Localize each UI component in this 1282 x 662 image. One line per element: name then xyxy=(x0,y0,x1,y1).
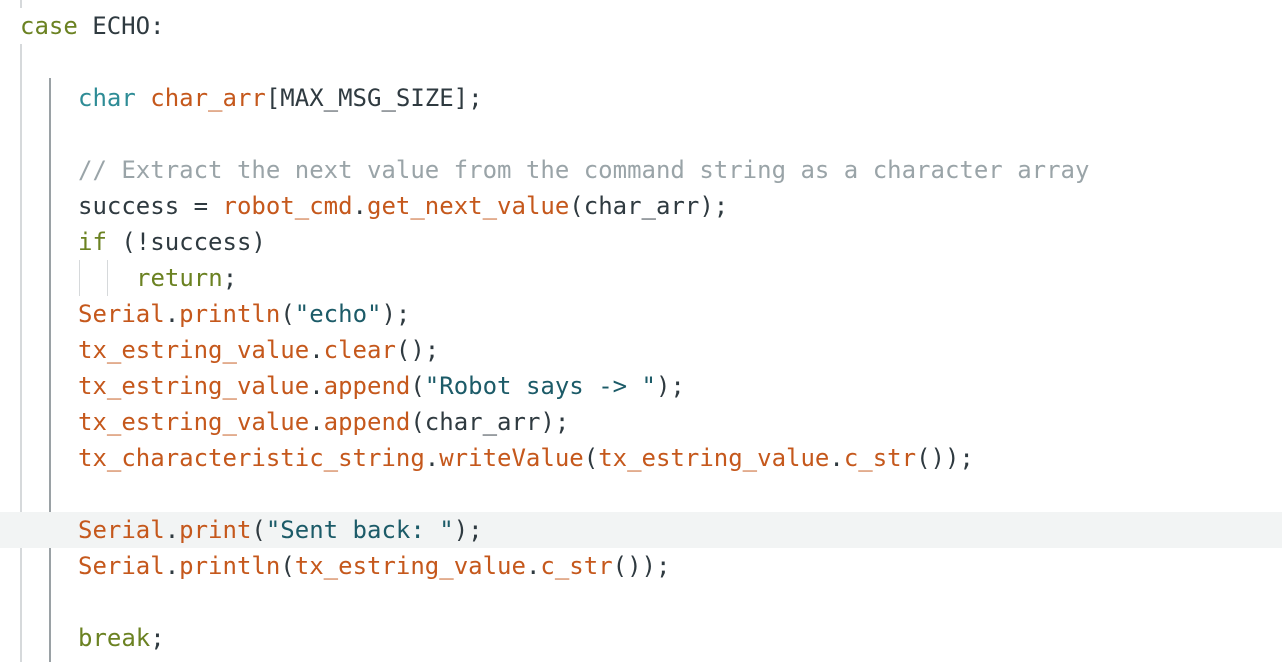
code-token: . xyxy=(164,300,180,328)
code-line[interactable]: tx_characteristic_string.writeValue(tx_e… xyxy=(78,440,974,476)
code-token: (char_arr); xyxy=(410,408,570,436)
code-token: . xyxy=(424,444,440,472)
code-token: ()); xyxy=(612,552,671,580)
code-line[interactable]: tx_estring_value.append(char_arr); xyxy=(78,404,569,440)
code-line[interactable]: Serial.println(tx_estring_value.c_str())… xyxy=(78,548,670,584)
code-line[interactable]: return; xyxy=(136,260,237,296)
code-line[interactable]: success = robot_cmd.get_next_value(char_… xyxy=(78,188,728,224)
code-token: "Sent back: " xyxy=(265,516,454,544)
code-line[interactable]: Serial.print("Sent back: "); xyxy=(78,512,483,548)
code-token: . xyxy=(525,552,541,580)
code-token: . xyxy=(309,408,324,436)
indent-guide xyxy=(107,260,108,296)
code-token: tx_estring_value xyxy=(294,552,526,580)
code-token: ECHO: xyxy=(77,12,165,40)
code-token: "echo" xyxy=(294,300,382,328)
code-token: println xyxy=(179,552,281,580)
code-token: // Extract the next value from the comma… xyxy=(78,156,1090,184)
code-token: (!success) xyxy=(106,228,266,256)
code-line[interactable]: tx_estring_value.append("Robot says -> "… xyxy=(78,368,685,404)
code-token: Serial xyxy=(78,516,165,544)
code-token: ( xyxy=(280,552,295,580)
code-token: char_arr xyxy=(150,84,266,112)
code-token: tx_estring_value xyxy=(78,336,310,364)
code-token: Serial xyxy=(78,552,165,580)
code-token: "Robot says -> " xyxy=(424,372,656,400)
code-token: if xyxy=(78,228,107,256)
code-token: tx_estring_value xyxy=(598,444,830,472)
code-token: ; xyxy=(150,624,165,652)
code-token: ( xyxy=(251,516,266,544)
code-token: ); xyxy=(655,372,685,400)
code-token: . xyxy=(352,192,367,220)
code-token: ); xyxy=(453,516,483,544)
code-line[interactable]: tx_estring_value.clear(); xyxy=(78,332,439,368)
code-line[interactable]: case ECHO: xyxy=(20,8,165,44)
indent-guide xyxy=(20,44,22,662)
code-token: case xyxy=(20,12,78,40)
indent-guide xyxy=(20,0,22,8)
code-line[interactable]: char char_arr[MAX_MSG_SIZE]; xyxy=(78,80,483,116)
code-token: return xyxy=(136,264,223,292)
code-token: . xyxy=(309,372,324,400)
code-token: append xyxy=(323,372,411,400)
code-token: . xyxy=(164,552,180,580)
code-token: break xyxy=(78,624,151,652)
code-line[interactable]: Serial.println("echo"); xyxy=(78,296,410,332)
code-token: success = xyxy=(78,192,223,220)
code-token: append xyxy=(323,408,411,436)
code-token: (); xyxy=(395,336,440,364)
code-token: ); xyxy=(381,300,411,328)
code-token: robot_cmd xyxy=(222,192,353,220)
code-token: ( xyxy=(280,300,295,328)
indent-guide xyxy=(79,260,80,296)
code-token: c_str xyxy=(843,444,917,472)
code-editor[interactable]: case ECHO: char char_arr[MAX_MSG_SIZE]; //… xyxy=(0,0,1282,662)
code-token: . xyxy=(829,444,844,472)
active-indent-guide xyxy=(49,78,51,662)
code-token: c_str xyxy=(540,552,613,580)
code-token: Serial xyxy=(78,300,165,328)
code-token: (char_arr); xyxy=(569,192,729,220)
code-token: tx_estring_value xyxy=(78,408,310,436)
code-line[interactable]: break; xyxy=(78,620,165,656)
code-token: ( xyxy=(410,372,425,400)
code-token: clear xyxy=(323,336,396,364)
code-token: . xyxy=(164,516,180,544)
code-token: ()); xyxy=(916,444,974,472)
code-token: . xyxy=(309,336,324,364)
code-token: ( xyxy=(583,444,599,472)
code-token: println xyxy=(179,300,281,328)
code-token: writeValue xyxy=(439,444,584,472)
code-token: [MAX_MSG_SIZE]; xyxy=(265,84,483,112)
code-token: get_next_value xyxy=(367,192,570,220)
code-token: tx_characteristic_string xyxy=(78,444,425,472)
code-token: tx_estring_value xyxy=(78,372,310,400)
code-line[interactable]: // Extract the next value from the comma… xyxy=(78,152,1089,188)
code-token: print xyxy=(179,516,252,544)
code-line[interactable]: if (!success) xyxy=(78,224,266,260)
code-token: ; xyxy=(222,264,238,292)
code-token: char xyxy=(78,84,136,112)
